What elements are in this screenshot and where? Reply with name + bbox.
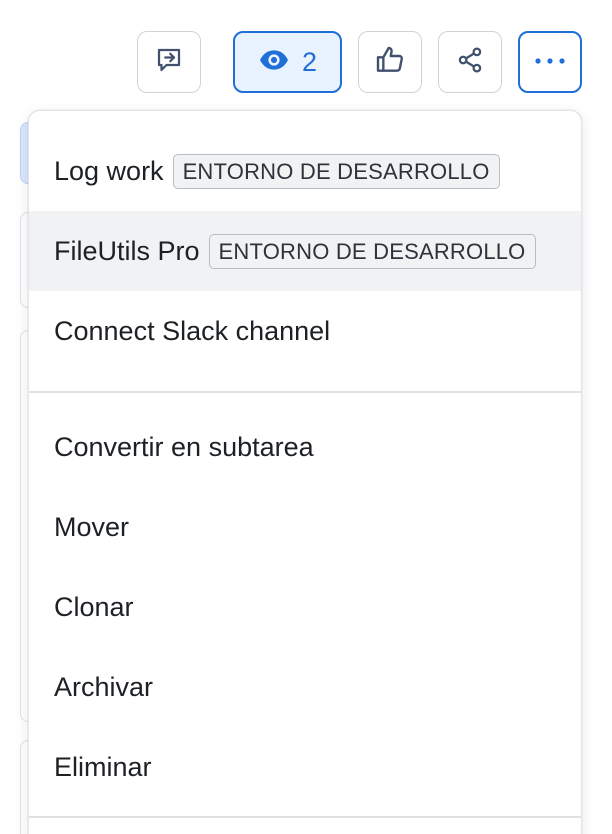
menu-item-connect-slack-channel[interactable]: Connect Slack channel [29, 291, 581, 371]
menu-item-delete[interactable]: Eliminar [29, 727, 581, 807]
more-actions-button[interactable] [518, 31, 582, 93]
menu-item-label: Log work [54, 155, 164, 186]
thumbs-up-icon [374, 44, 406, 81]
eye-icon [258, 47, 290, 78]
menu-item-label: Eliminar [54, 751, 152, 782]
share-button[interactable] [438, 31, 502, 93]
like-button[interactable] [358, 31, 422, 93]
menu-item-label: Clonar [54, 591, 134, 622]
more-actions-menu: Log work ENTORNO DE DESARROLLO FileUtils… [28, 110, 582, 834]
environment-badge: ENTORNO DE DESARROLLO [208, 233, 536, 269]
menu-item-label: Mover [54, 511, 130, 542]
menu-item-log-work[interactable]: Log work ENTORNO DE DESARROLLO [29, 131, 581, 211]
watch-button[interactable]: 2 [233, 31, 342, 93]
share-icon [455, 45, 485, 80]
menu-item-label: Archivar [54, 671, 154, 702]
feedback-icon [154, 45, 184, 80]
menu-item-label: FileUtils Pro [54, 235, 200, 266]
environment-badge: ENTORNO DE DESARROLLO [172, 153, 500, 189]
page: 2 Log work ENTORNO DE DESARROLLO FileUti… [0, 0, 612, 834]
menu-item-archive[interactable]: Archivar [29, 647, 581, 727]
menu-item-fileutils-pro[interactable]: FileUtils Pro ENTORNO DE DESARROLLO [29, 211, 581, 291]
menu-item-convert-to-subtask[interactable]: Convertir en subtarea [29, 407, 581, 487]
menu-item-label: Connect Slack channel [54, 315, 331, 346]
watch-count: 2 [301, 46, 318, 77]
menu-divider [29, 816, 581, 818]
menu-item-clone[interactable]: Clonar [29, 567, 581, 647]
feedback-button[interactable] [137, 31, 201, 93]
menu-group-apps: Log work ENTORNO DE DESARROLLO FileUtils… [29, 111, 581, 391]
more-horizontal-icon [533, 53, 567, 71]
menu-group-actions: Convertir en subtarea Mover Clonar Archi… [29, 393, 581, 828]
menu-item-label: Convertir en subtarea [54, 431, 314, 462]
menu-item-move[interactable]: Mover [29, 487, 581, 567]
